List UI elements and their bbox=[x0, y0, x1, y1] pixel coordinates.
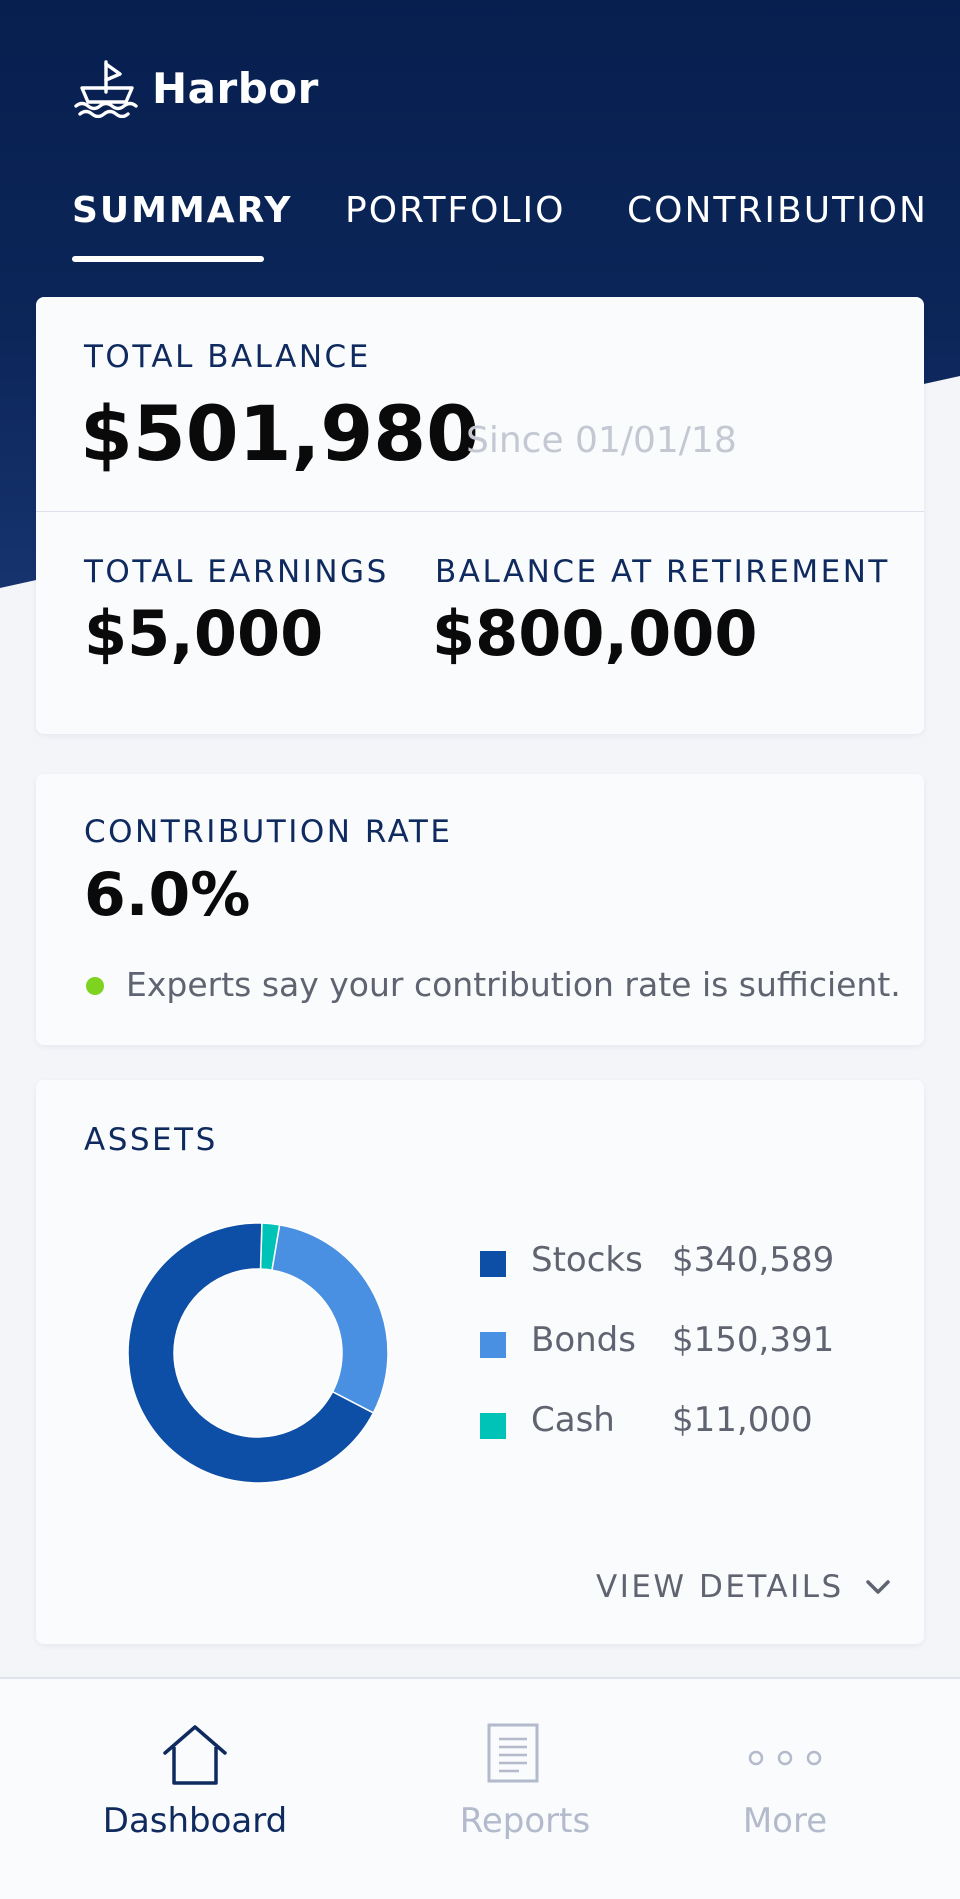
bottom-navigation: Dashboard Reports More bbox=[0, 1677, 960, 1899]
total-balance-value: $501,980 bbox=[80, 389, 480, 478]
contribution-status-text: Experts say your contribution rate is su… bbox=[126, 965, 901, 1004]
contribution-rate-label: CONTRIBUTION RATE bbox=[84, 814, 453, 850]
view-details-button[interactable]: VIEW DETAILS bbox=[596, 1565, 892, 1609]
retirement-balance-value: $800,000 bbox=[432, 597, 758, 670]
nav-label-reports: Reports bbox=[459, 1801, 591, 1841]
nav-item-dashboard[interactable]: Dashboard bbox=[80, 1679, 310, 1899]
assets-card: ASSETS Stocks $340,589 Bonds $150,391 Ca… bbox=[36, 1080, 924, 1644]
total-balance-label: TOTAL BALANCE bbox=[84, 339, 371, 375]
contribution-rate-value: 6.0% bbox=[84, 860, 251, 930]
card-divider bbox=[36, 511, 924, 512]
brand-name: Harbor bbox=[152, 63, 319, 113]
legend-swatch-cash bbox=[480, 1413, 506, 1439]
tab-portfolio[interactable]: PORTFOLIO bbox=[345, 190, 565, 231]
view-details-label: VIEW DETAILS bbox=[596, 1569, 844, 1605]
balance-since-date: Since 01/01/18 bbox=[466, 420, 737, 461]
total-earnings-value: $5,000 bbox=[84, 597, 324, 670]
legend-label-stocks: Stocks bbox=[531, 1240, 643, 1280]
contribution-rate-card: CONTRIBUTION RATE 6.0% Experts say your … bbox=[36, 774, 924, 1045]
chevron-down-icon bbox=[865, 1580, 890, 1594]
brand: Harbor bbox=[72, 56, 319, 120]
assets-label: ASSETS bbox=[84, 1122, 218, 1158]
legend-swatch-stocks bbox=[480, 1251, 506, 1277]
total-earnings-label: TOTAL EARNINGS bbox=[84, 554, 389, 590]
status-indicator-dot bbox=[86, 977, 104, 995]
more-icon bbox=[748, 1750, 822, 1766]
nav-item-more[interactable]: More bbox=[700, 1679, 870, 1899]
donut-slice-bonds bbox=[271, 1223, 389, 1414]
top-tabs: SUMMARY PORTFOLIO CONTRIBUTION bbox=[72, 190, 960, 266]
tab-summary[interactable]: SUMMARY bbox=[72, 190, 293, 231]
nav-item-reports[interactable]: Reports bbox=[410, 1679, 640, 1899]
active-tab-indicator bbox=[72, 256, 264, 262]
legend-label-bonds: Bonds bbox=[531, 1320, 636, 1360]
nav-label-dashboard: Dashboard bbox=[102, 1801, 288, 1841]
tab-contribution[interactable]: CONTRIBUTION bbox=[627, 190, 928, 231]
balance-card: TOTAL BALANCE $501,980 Since 01/01/18 TO… bbox=[36, 297, 924, 734]
home-icon bbox=[163, 1725, 227, 1785]
nav-label-more: More bbox=[742, 1801, 828, 1841]
legend-swatch-bonds bbox=[480, 1332, 506, 1358]
legend-label-cash: Cash bbox=[531, 1400, 615, 1440]
legend-amount-cash: $11,000 bbox=[672, 1400, 813, 1440]
retirement-balance-label: BALANCE AT RETIREMENT bbox=[435, 554, 890, 590]
ship-logo-icon bbox=[74, 60, 138, 118]
legend-amount-bonds: $150,391 bbox=[672, 1320, 835, 1360]
legend-amount-stocks: $340,589 bbox=[672, 1240, 835, 1280]
assets-donut-chart bbox=[127, 1222, 389, 1484]
document-icon bbox=[487, 1723, 539, 1783]
